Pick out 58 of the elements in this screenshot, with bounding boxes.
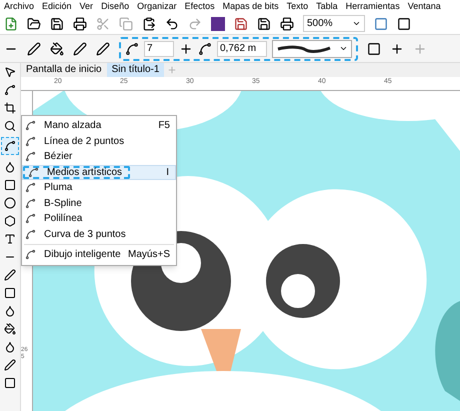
undo-icon[interactable] <box>165 16 179 30</box>
curve-icon <box>28 166 39 178</box>
menu-item[interactable]: Bézier <box>22 149 176 164</box>
menu-label: Pluma <box>44 181 72 196</box>
curve-icon <box>25 249 36 260</box>
curve-icon <box>25 151 36 162</box>
menu-label: Polilínea <box>44 212 82 226</box>
menu-label: Línea de 2 puntos <box>44 134 124 149</box>
caret-icon <box>352 19 361 28</box>
menu-item[interactable]: Texto <box>286 2 308 11</box>
menu-label: Medios artísticos <box>47 166 122 180</box>
shortcut-label: Mayús+S <box>128 248 170 262</box>
menu-item[interactable]: Mapas de bits <box>222 2 279 11</box>
curve-icon <box>25 136 36 147</box>
menu-item[interactable]: Curva de 3 puntos <box>22 226 176 242</box>
menu-item[interactable]: Organizar <box>137 2 177 11</box>
menu-label: Dibujo inteligente <box>44 248 121 262</box>
menu-item[interactable]: Ventana <box>408 2 441 11</box>
menu-item[interactable]: Dibujo inteligente Mayús+S <box>22 247 176 262</box>
new-file-icon[interactable] <box>4 16 18 30</box>
save-icon[interactable] <box>50 16 64 30</box>
curve-icon <box>25 198 36 209</box>
menu-item[interactable]: Ver <box>80 2 94 11</box>
menu-item[interactable]: Archivo <box>4 2 34 11</box>
zoom-field[interactable]: 500% <box>303 15 365 32</box>
shortcut-label: F5 <box>158 119 170 134</box>
curve-icon[interactable] <box>1 137 19 155</box>
menu-label: Curva de 3 puntos <box>44 228 126 242</box>
menu-label: Mano alzada <box>44 119 102 134</box>
stroke-dropdown[interactable] <box>272 40 352 58</box>
curve-icon <box>25 182 36 194</box>
menu-item[interactable]: Tabla <box>316 2 338 11</box>
printer-icon[interactable] <box>73 16 87 30</box>
menu-label: B-Spline <box>44 196 82 211</box>
stroke-preview-icon <box>276 44 332 52</box>
menu-item[interactable]: Efectos <box>184 2 215 11</box>
pen-icon[interactable] <box>73 42 87 56</box>
shortcut-label: I <box>166 166 169 180</box>
menu-item[interactable]: Pluma <box>22 180 176 196</box>
menu-item[interactable]: Diseño <box>101 2 130 11</box>
smoothing-field[interactable]: 7 <box>144 40 174 56</box>
menu-item[interactable]: Línea de 2 puntos <box>22 134 176 149</box>
width-field[interactable]: 0,762 m <box>217 40 267 56</box>
caret-icon <box>339 44 348 53</box>
menu-label: Bézier <box>44 150 72 164</box>
document-tab[interactable]: Sin título-1 <box>106 63 164 77</box>
menu-item[interactable]: Edición <box>42 2 72 11</box>
curve-icon <box>25 228 36 240</box>
menu-item[interactable]: Mano alzada F5 <box>22 118 176 134</box>
pencil-icon[interactable] <box>96 42 110 56</box>
menu-item[interactable]: Herramientas <box>346 2 400 11</box>
folder-icon[interactable] <box>27 16 41 30</box>
paste-icon[interactable] <box>142 16 156 30</box>
menu-item[interactable]: B-Spline <box>22 196 176 211</box>
menu-item[interactable]: Polilínea <box>22 211 176 226</box>
menu-item[interactable]: Medios artísticos I <box>22 164 176 180</box>
curve-icon <box>25 120 36 132</box>
curve-icon <box>25 213 36 224</box>
